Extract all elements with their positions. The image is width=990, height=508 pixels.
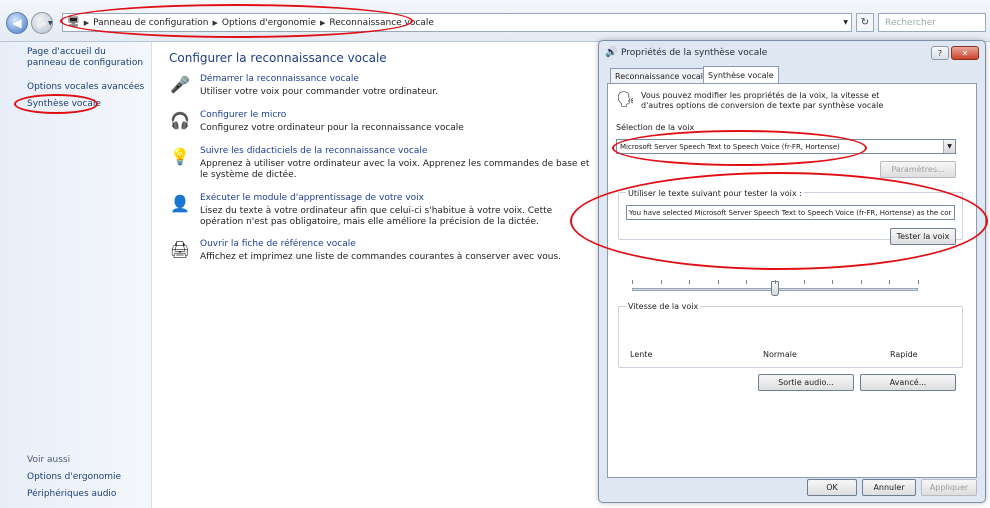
breadcrumb-item[interactable]: Reconnaissance vocale — [325, 18, 438, 28]
speed-tick — [860, 280, 862, 284]
tab-text-to-speech[interactable]: Synthèse vocale — [703, 66, 779, 84]
speed-tick — [832, 280, 834, 284]
tab-panel: 🗣 Vous pouvez modifier les propriétés de… — [607, 83, 977, 478]
intro-text: Vous pouvez modifier les propriétés de l… — [641, 91, 884, 110]
task-link[interactable]: Démarrer la reconnaissance vocale — [200, 74, 359, 84]
speed-tick — [660, 280, 662, 284]
see-also-heading: Voir aussi — [27, 455, 71, 465]
person-icon: 👤 — [170, 194, 190, 213]
cancel-button[interactable]: Annuler — [862, 479, 916, 496]
breadcrumb-item[interactable]: Panneau de configuration — [89, 18, 212, 28]
task-description: Lisez du texte à votre ordinateur afin q… — [200, 206, 553, 227]
printer-icon: 🖨 — [169, 240, 191, 259]
audio-output-button[interactable]: Sortie audio... — [758, 374, 854, 391]
nav-advanced-speech-options[interactable]: Options vocales avancées — [27, 82, 144, 93]
task-description: Configurez votre ordinateur pour la reco… — [200, 123, 464, 133]
voice-selection-label: Sélection de la voix — [616, 123, 695, 132]
speed-tick — [689, 280, 691, 284]
speed-tick — [918, 280, 919, 284]
speed-tick — [775, 280, 776, 284]
voice-selected-value: Microsoft Server Speech Text to Speech V… — [620, 142, 840, 151]
task-description: Apprenez à utiliser votre ordinateur ave… — [200, 159, 590, 180]
nav-control-panel-home[interactable]: Page d'accueil du panneau de configurati… — [27, 47, 147, 69]
headset-icon: 🎧 — [170, 111, 190, 130]
breadcrumb-item[interactable]: Options d'ergonomie — [218, 18, 320, 28]
settings-button[interactable]: Paramètres... — [880, 161, 956, 178]
close-button[interactable]: ✕ — [951, 46, 979, 60]
history-dropdown-icon[interactable]: ▼ — [48, 20, 53, 27]
test-text-input[interactable]: You have selected Microsoft Server Speec… — [626, 205, 955, 220]
back-button[interactable]: ◀ — [6, 12, 28, 34]
address-field[interactable]: 🖥 ▶ Panneau de configuration ▶ Options d… — [62, 13, 852, 32]
nav-text-to-speech[interactable]: Synthèse vocale — [27, 99, 101, 110]
speed-mid-label: Normale — [763, 350, 797, 359]
address-bar: ◀ ▶ ▼ 🖥 ▶ Panneau de configuration ▶ Opt… — [0, 0, 990, 42]
advanced-button[interactable]: Avancé... — [860, 374, 956, 391]
speech-app-icon: 🔊 — [605, 47, 618, 58]
speed-tick — [889, 280, 891, 284]
nav-audio-devices[interactable]: Périphériques audio — [27, 489, 116, 500]
speed-tick — [717, 280, 719, 284]
tab-speech-recognition[interactable]: Reconnaissance vocale — [610, 68, 713, 83]
ok-button[interactable]: OK — [807, 479, 857, 496]
left-navigation: Page d'accueil du panneau de configurati… — [0, 42, 152, 508]
task-link[interactable]: Exécuter le module d'apprentissage de vo… — [200, 193, 424, 203]
task-link[interactable]: Ouvrir la fiche de référence vocale — [200, 239, 356, 249]
voice-select[interactable]: Microsoft Server Speech Text to Speech V… — [616, 139, 956, 154]
speed-label: Vitesse de la voix — [626, 302, 701, 311]
speed-tick — [746, 280, 748, 284]
main-content: Configurer la reconnaissance vocale 🎤 Dé… — [153, 42, 593, 508]
page-title: Configurer la reconnaissance vocale — [169, 51, 387, 65]
search-input[interactable]: Rechercher — [878, 13, 986, 32]
speech-properties-dialog: 🔊 Propriétés de la synthèse vocale ? ✕ R… — [598, 40, 986, 503]
microphone-icon: 🎤 — [170, 75, 190, 94]
address-dropdown-icon[interactable]: ▼ — [843, 19, 848, 26]
task-description: Utiliser votre voix pour commander votre… — [200, 87, 438, 97]
apply-button[interactable]: Appliquer — [921, 479, 977, 496]
test-voice-button[interactable]: Tester la voix — [890, 228, 956, 245]
chevron-down-icon[interactable]: ▼ — [943, 140, 955, 153]
speed-min-label: Lente — [630, 350, 653, 359]
search-placeholder: Rechercher — [885, 17, 936, 28]
help-button[interactable]: ? — [931, 46, 949, 60]
task-description: Affichez et imprimez une liste de comman… — [200, 252, 562, 262]
nav-ease-of-access[interactable]: Options d'ergonomie — [27, 472, 121, 483]
refresh-icon[interactable]: ↻ — [856, 13, 874, 32]
task-link[interactable]: Configurer le micro — [200, 110, 286, 120]
test-voice-label: Utiliser le texte suivant pour tester la… — [626, 189, 804, 198]
speed-max-label: Rapide — [890, 350, 918, 359]
speed-tick — [632, 280, 633, 284]
speed-tick — [803, 280, 805, 284]
control-panel-icon: 🖥 — [67, 17, 80, 28]
lightbulb-icon: 💡 — [170, 147, 190, 166]
dialog-title: Propriétés de la synthèse vocale — [621, 48, 768, 58]
speech-settings-icon: 🗣 — [616, 90, 636, 108]
task-link[interactable]: Suivre les didacticiels de la reconnaiss… — [200, 146, 427, 156]
